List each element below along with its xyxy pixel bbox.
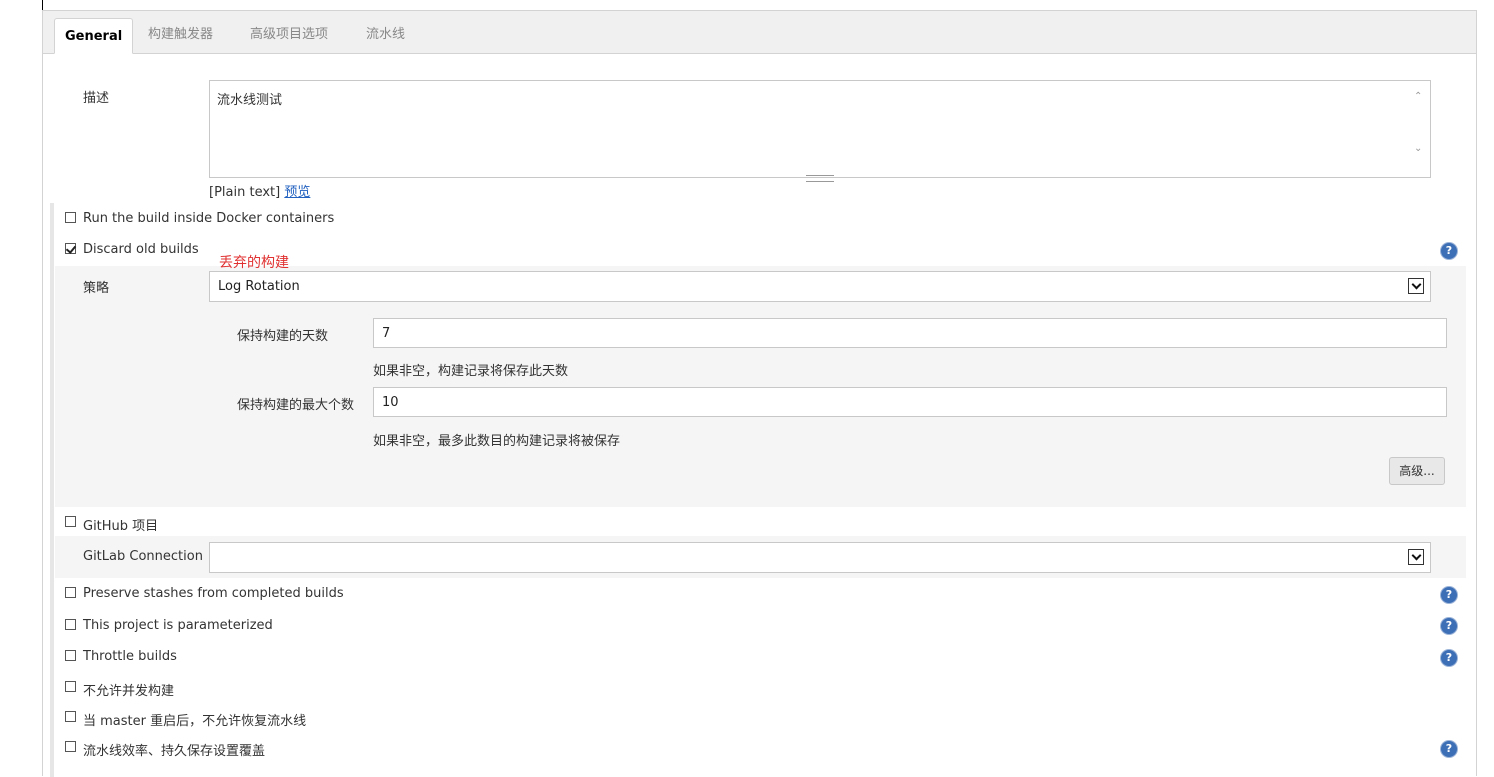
no-resume-label: 当 master 重启后，不允许恢复流水线 [83, 714, 307, 729]
days-to-keep-hint: 如果非空，构建记录将保存此天数 [373, 364, 569, 379]
gitlab-connection-select[interactable] [209, 542, 1431, 573]
tab-pipeline[interactable]: 流水线 [366, 11, 405, 53]
scroll-up-icon[interactable]: ⌃ [1414, 91, 1424, 102]
strategy-select[interactable]: Log Rotation [209, 271, 1431, 302]
no-resume-checkbox[interactable] [65, 711, 76, 722]
parameterized-help-icon[interactable]: ? [1441, 618, 1457, 634]
preserve-stashes-checkbox[interactable] [65, 587, 76, 598]
annotation-text: 丢弃的构建 [219, 255, 289, 271]
parameterized-label: This project is parameterized [83, 618, 273, 633]
discard-help-icon[interactable]: ? [1441, 243, 1457, 259]
durability-override-checkbox[interactable] [65, 741, 76, 752]
max-builds-label: 保持构建的最大个数 [237, 398, 355, 413]
config-panel: General 构建触发器 高级项目选项 流水线 描述 流水线测试 ⌃ ⌄ [P… [42, 10, 1477, 777]
docker-checkbox[interactable] [65, 212, 76, 223]
discard-old-builds-label: Discard old builds [83, 242, 199, 257]
docker-label: Run the build inside Docker containers [83, 211, 335, 226]
max-builds-value: 10 [382, 395, 399, 410]
advanced-button[interactable]: 高级... [1389, 457, 1445, 485]
throttle-help-icon[interactable]: ? [1441, 650, 1457, 666]
tab-general[interactable]: General [54, 18, 134, 54]
tab-build-triggers[interactable]: 构建触发器 [148, 11, 213, 53]
preserve-stashes-label: Preserve stashes from completed builds [83, 586, 344, 601]
days-to-keep-label: 保持构建的天数 [237, 329, 329, 344]
strategy-select-value: Log Rotation [218, 279, 300, 294]
section-bar [50, 203, 54, 777]
description-textarea[interactable]: 流水线测试 ⌃ ⌄ [209, 80, 1431, 178]
chevron-down-icon [1408, 549, 1424, 565]
parameterized-checkbox[interactable] [65, 619, 76, 630]
tab-advanced-project-options[interactable]: 高级项目选项 [250, 11, 328, 53]
strategy-label: 策略 [83, 281, 110, 296]
scroll-down-icon[interactable]: ⌄ [1414, 143, 1424, 154]
throttle-builds-checkbox[interactable] [65, 650, 76, 661]
preview-link[interactable]: 预览 [284, 185, 310, 200]
days-to-keep-value: 7 [382, 326, 391, 341]
format-text: [Plain text] [209, 185, 281, 200]
description-format: [Plain text] 预览 [209, 181, 310, 200]
chevron-down-icon [1408, 278, 1424, 294]
resize-grip-icon[interactable] [806, 175, 834, 182]
discard-old-builds-checkbox[interactable] [65, 243, 76, 254]
days-to-keep-input[interactable]: 7 [373, 318, 1447, 348]
github-project-checkbox[interactable] [65, 516, 76, 527]
gitlab-connection-label: GitLab Connection [83, 549, 203, 564]
preserve-stashes-help-icon[interactable]: ? [1441, 587, 1457, 603]
no-concurrent-checkbox[interactable] [65, 681, 76, 692]
description-label: 描述 [83, 91, 110, 106]
tab-bar: General 构建触发器 高级项目选项 流水线 [43, 11, 1476, 54]
throttle-builds-label: Throttle builds [83, 649, 177, 664]
durability-override-label: 流水线效率、持久保存设置覆盖 [83, 744, 266, 759]
no-concurrent-label: 不允许并发构建 [83, 684, 175, 699]
max-builds-input[interactable]: 10 [373, 387, 1447, 417]
description-value: 流水线测试 [217, 93, 283, 108]
durability-help-icon[interactable]: ? [1441, 741, 1457, 757]
github-project-label: GitHub 项目 [83, 519, 159, 534]
max-builds-hint: 如果非空，最多此数目的构建记录将被保存 [373, 434, 621, 449]
